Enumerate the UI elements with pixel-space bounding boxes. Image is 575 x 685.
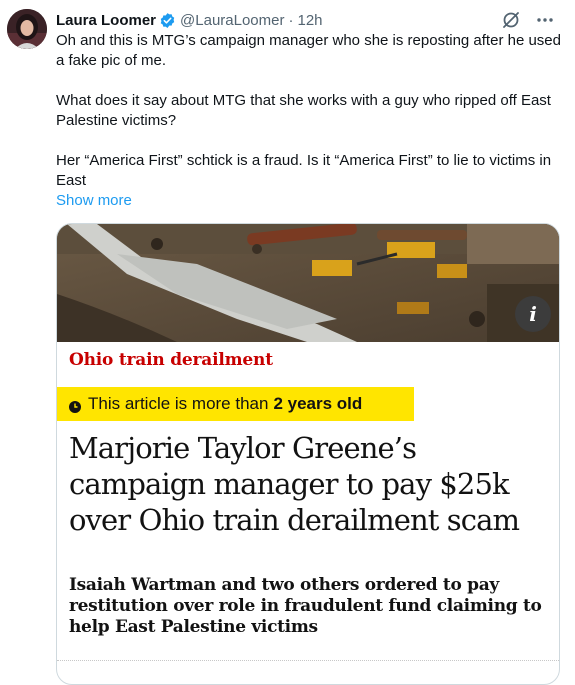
- more-options-icon[interactable]: [535, 10, 555, 30]
- article-kicker: Ohio train derailment: [69, 350, 273, 370]
- article-headline: Marjorie Taylor Greene’s campaign manage…: [69, 431, 520, 537]
- article-image-card[interactable]: i Ohio train derailment This article is …: [56, 223, 560, 685]
- show-more-link[interactable]: Show more: [56, 191, 132, 211]
- info-button[interactable]: i: [515, 296, 551, 332]
- tweet-paragraph: Oh and this is MTG’s campaign manager wh…: [56, 32, 561, 69]
- avatar[interactable]: [7, 9, 47, 49]
- age-notice-emphasis: 2 years old: [273, 394, 363, 413]
- tweet-paragraph: What does it say about MTG that she work…: [56, 92, 551, 129]
- age-notice-text: This article is more than: [88, 394, 269, 413]
- author-name[interactable]: Laura Loomer: [56, 12, 156, 29]
- article-age-notice: This article is more than 2 years old: [57, 387, 414, 421]
- tweet[interactable]: Laura Loomer @LauraLoomer · 12h Oh and t…: [0, 0, 575, 685]
- divider: [57, 660, 559, 662]
- clock-icon: [69, 398, 81, 413]
- separator-dot: ·: [288, 11, 294, 29]
- article-standfirst: Isaiah Wartman and two others ordered to…: [69, 575, 542, 637]
- author-handle[interactable]: @LauraLoomer: [180, 12, 284, 29]
- tweet-header: Laura Loomer @LauraLoomer · 12h: [56, 10, 555, 30]
- derailment-photo[interactable]: [57, 224, 559, 342]
- post-timestamp[interactable]: 12h: [297, 12, 322, 29]
- verified-badge-icon: [159, 12, 176, 29]
- header-actions: [501, 10, 555, 30]
- tweet-paragraph: Her “America First” schtick is a fraud. …: [56, 152, 552, 189]
- grok-icon[interactable]: [501, 10, 521, 30]
- tweet-text: Oh and this is MTG’s campaign manager wh…: [56, 31, 570, 211]
